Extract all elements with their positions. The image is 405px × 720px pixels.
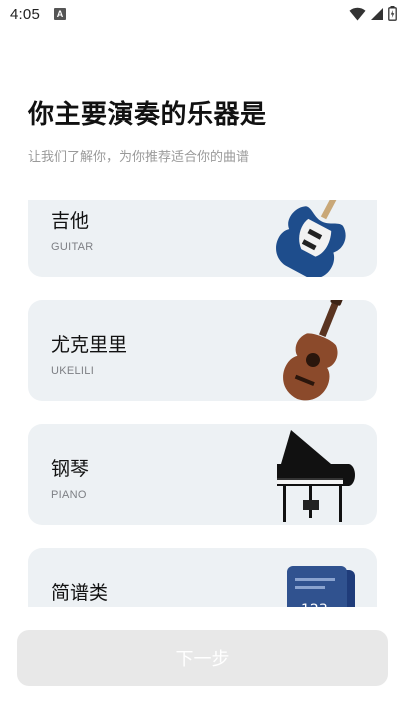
ukulele-icon xyxy=(283,300,344,401)
guitar-icon xyxy=(276,200,351,277)
next-button[interactable]: 下一步 xyxy=(17,630,388,686)
instrument-name: 钢琴 xyxy=(51,458,90,480)
instrument-name: 吉他 xyxy=(51,210,90,232)
sheet-icon-text: 123 xyxy=(301,602,328,607)
status-bar: 4:05 A xyxy=(0,0,405,28)
wifi-icon xyxy=(349,7,366,20)
instrument-card-piano[interactable]: 钢琴 PIANO xyxy=(28,424,377,525)
page-title: 你主要演奏的乐器是 xyxy=(28,100,267,130)
piano-icon xyxy=(277,430,355,522)
instrument-subtitle: PIANO xyxy=(51,489,87,501)
sheet-music-icon: 123 xyxy=(287,566,355,607)
instrument-card-guitar[interactable]: 吉他 GUITAR xyxy=(28,200,377,277)
status-time: 4:05 xyxy=(10,5,40,23)
page-subtitle: 让我们了解你，为你推荐适合你的曲谱 xyxy=(28,150,250,165)
instrument-subtitle: UKELILI xyxy=(51,365,95,377)
instrument-list[interactable]: 吉他 GUITAR 尤克里里 UKELILI 钢琴 PIANO 简谱类 123 xyxy=(0,200,405,607)
instrument-card-ukulele[interactable]: 尤克里里 UKELILI xyxy=(28,300,377,401)
instrument-name: 尤克里里 xyxy=(51,334,128,356)
instrument-subtitle: GUITAR xyxy=(51,241,94,253)
instrument-name: 简谱类 xyxy=(51,582,109,604)
signal-icon xyxy=(371,7,383,20)
instrument-card-jianpu[interactable]: 简谱类 123 xyxy=(28,548,377,607)
status-icons xyxy=(349,6,397,21)
battery-icon xyxy=(388,6,397,21)
notification-icon: A xyxy=(54,8,66,20)
